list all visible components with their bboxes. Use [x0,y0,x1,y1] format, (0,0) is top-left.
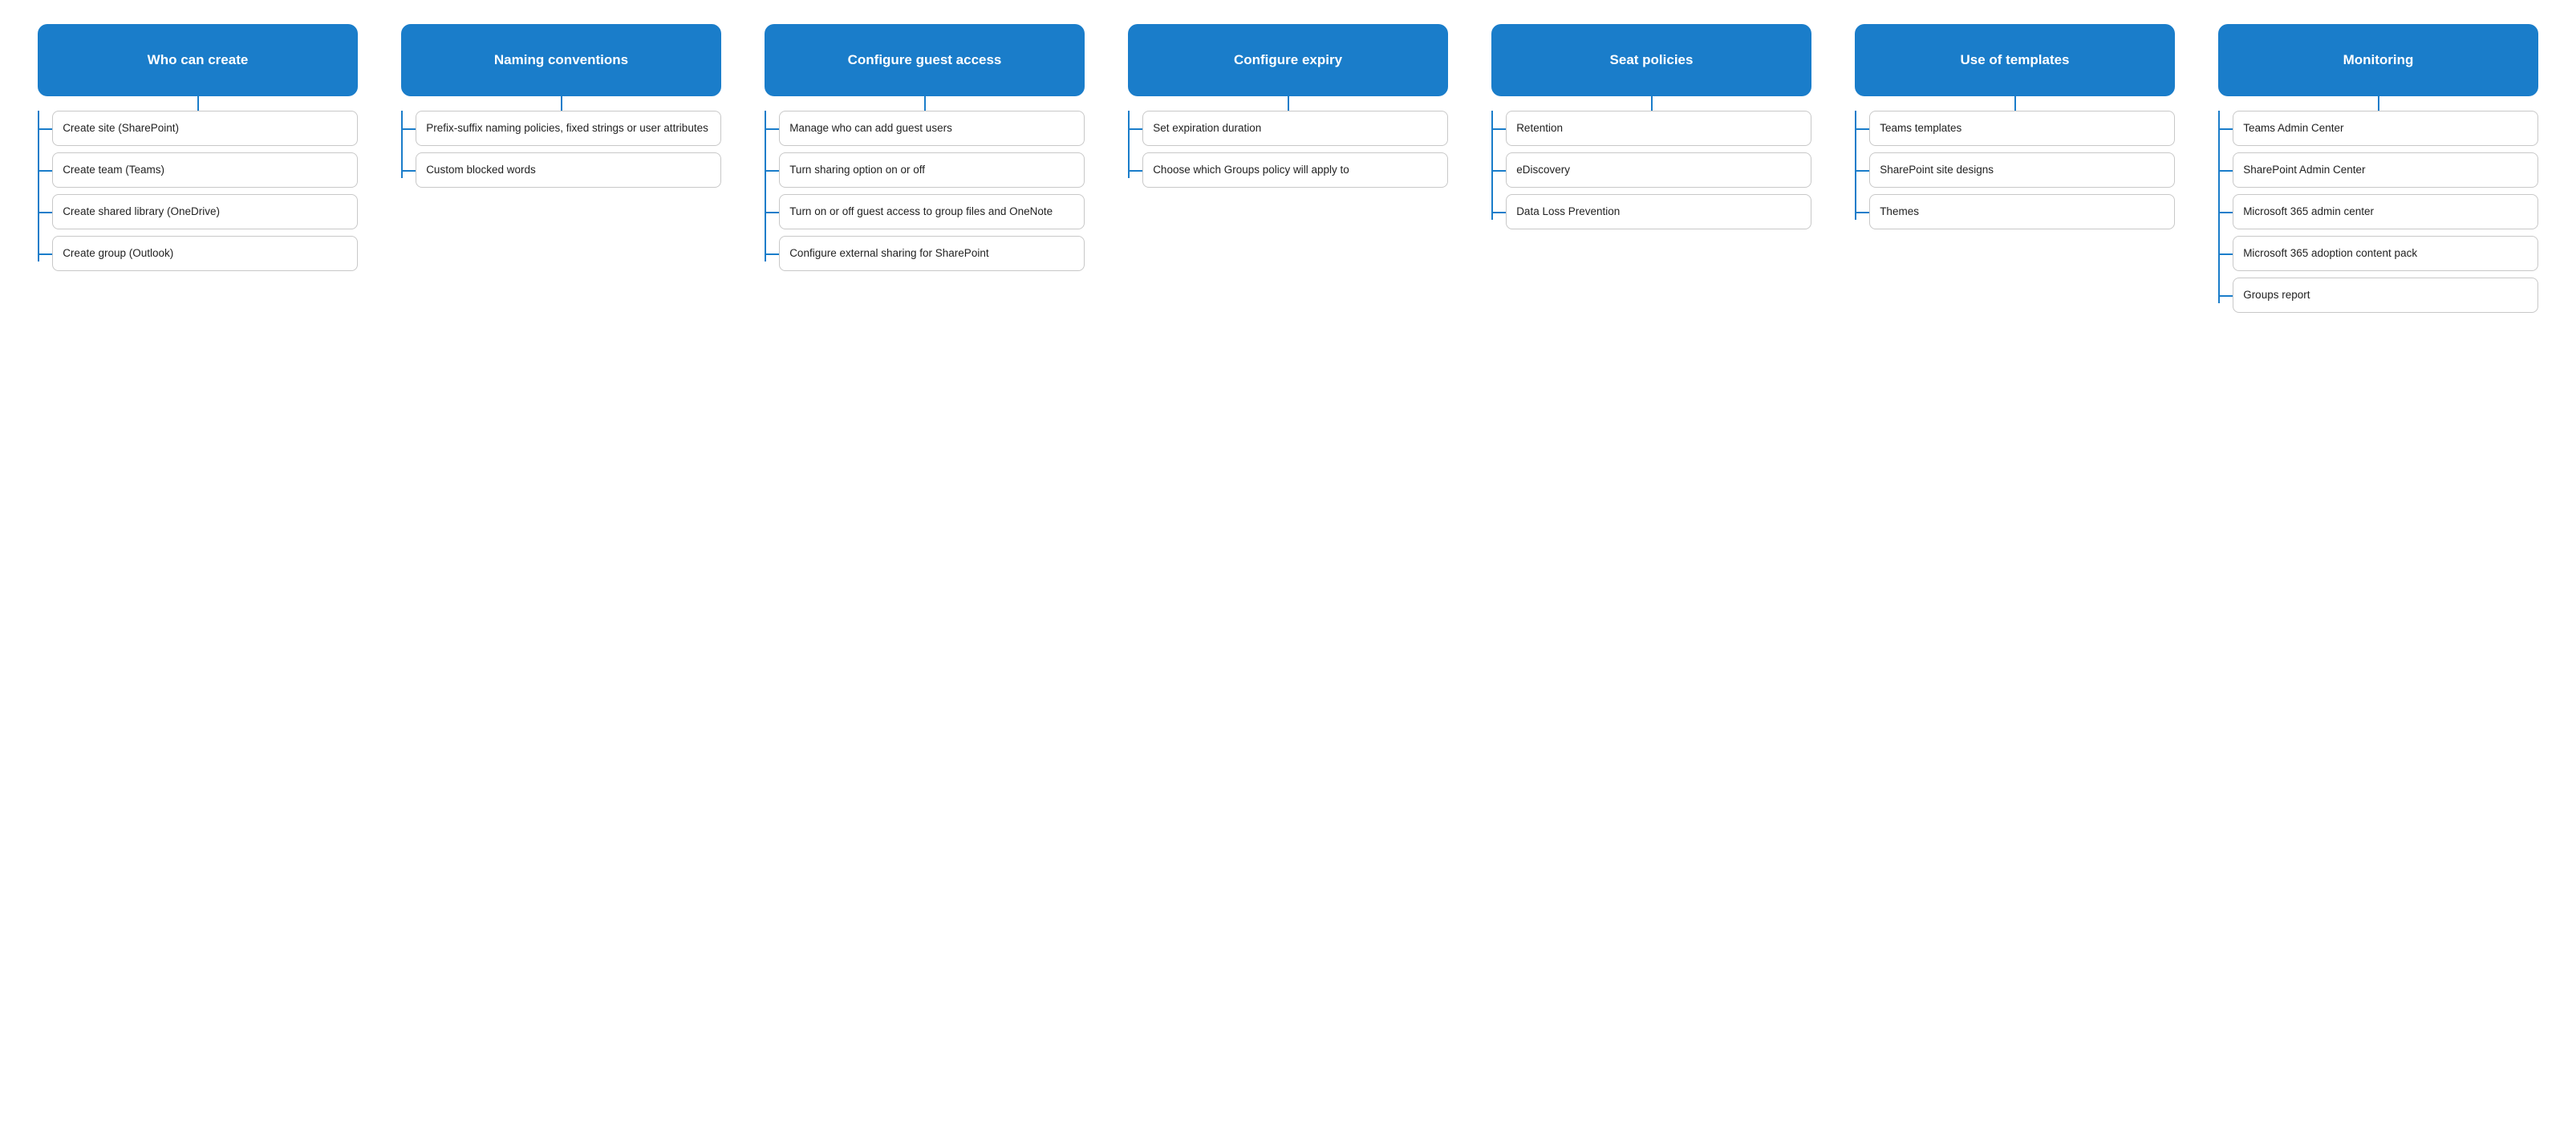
child-box-who-can-create-3: Create group (Outlook) [52,236,358,271]
children-use-of-templates: Teams templates SharePoint site designs Th… [1855,111,2175,236]
diagram: Who can createCreate site (SharePoint)Cr… [16,24,2560,319]
list-item: Set expiration duration [1142,111,1448,146]
connector-naming-conventions [561,96,562,111]
child-box-monitoring-0: Teams Admin Center [2233,111,2538,146]
list-item: Microsoft 365 adoption content pack [2233,236,2538,271]
child-box-configure-guest-access-0: Manage who can add guest users [779,111,1085,146]
child-box-seat-policies-1: eDiscovery [1506,152,1811,188]
child-box-use-of-templates-1: SharePoint site designs [1869,152,2175,188]
header-naming-conventions: Naming conventions [401,24,721,96]
child-box-configure-expiry-1: Choose which Groups policy will apply to [1142,152,1448,188]
list-item: Prefix-suffix naming policies, fixed str… [416,111,721,146]
list-item: Choose which Groups policy will apply to [1142,152,1448,188]
list-item: Teams Admin Center [2233,111,2538,146]
list-item: Teams templates [1869,111,2175,146]
list-item: Custom blocked words [416,152,721,188]
header-configure-expiry: Configure expiry [1128,24,1448,96]
child-box-who-can-create-0: Create site (SharePoint) [52,111,358,146]
column-use-of-templates: Use of templates Teams templates SharePoin… [1833,24,2197,236]
list-item: Turn sharing option on or off [779,152,1085,188]
child-box-monitoring-1: SharePoint Admin Center [2233,152,2538,188]
child-box-seat-policies-0: Retention [1506,111,1811,146]
list-item: Create group (Outlook) [52,236,358,271]
column-monitoring: Monitoring Teams Admin Center SharePoint A… [2197,24,2560,319]
list-item: Create team (Teams) [52,152,358,188]
list-item: Manage who can add guest users [779,111,1085,146]
child-box-configure-guest-access-3: Configure external sharing for SharePoin… [779,236,1085,271]
header-who-can-create: Who can create [38,24,358,96]
list-item: Create shared library (OneDrive) [52,194,358,229]
children-who-can-create: Create site (SharePoint) Create team (Tea… [38,111,358,278]
list-item: Retention [1506,111,1811,146]
child-box-monitoring-3: Microsoft 365 adoption content pack [2233,236,2538,271]
list-item: Turn on or off guest access to group fil… [779,194,1085,229]
child-box-configure-guest-access-1: Turn sharing option on or off [779,152,1085,188]
column-configure-guest-access: Configure guest access Manage who can add… [743,24,1106,278]
child-box-use-of-templates-0: Teams templates [1869,111,2175,146]
column-who-can-create: Who can createCreate site (SharePoint)Cr… [16,24,379,278]
connector-seat-policies [1651,96,1653,111]
child-box-use-of-templates-2: Themes [1869,194,2175,229]
list-item: Data Loss Prevention [1506,194,1811,229]
list-item: eDiscovery [1506,152,1811,188]
child-box-monitoring-4: Groups report [2233,278,2538,313]
connector-configure-expiry [1288,96,1289,111]
list-item: Themes [1869,194,2175,229]
header-monitoring: Monitoring [2218,24,2538,96]
child-box-who-can-create-1: Create team (Teams) [52,152,358,188]
list-item: Groups report [2233,278,2538,313]
child-box-configure-guest-access-2: Turn on or off guest access to group fil… [779,194,1085,229]
children-naming-conventions: Prefix-suffix naming policies, fixed str… [401,111,721,194]
children-monitoring: Teams Admin Center SharePoint Admin Cente… [2218,111,2538,319]
child-box-seat-policies-2: Data Loss Prevention [1506,194,1811,229]
children-configure-expiry: Set expiration duration Choose which Grou… [1128,111,1448,194]
header-configure-guest-access: Configure guest access [765,24,1085,96]
children-configure-guest-access: Manage who can add guest users Turn shari… [765,111,1085,278]
connector-use-of-templates [2014,96,2016,111]
list-item: SharePoint site designs [1869,152,2175,188]
header-use-of-templates: Use of templates [1855,24,2175,96]
child-box-naming-conventions-1: Custom blocked words [416,152,721,188]
column-configure-expiry: Configure expiry Set expiration duration C… [1106,24,1470,194]
children-seat-policies: Retention eDiscovery Data Loss Prevention [1491,111,1811,236]
list-item: Create site (SharePoint) [52,111,358,146]
child-box-monitoring-2: Microsoft 365 admin center [2233,194,2538,229]
column-seat-policies: Seat policies Retention eDiscovery Data Los… [1470,24,1833,236]
child-box-configure-expiry-0: Set expiration duration [1142,111,1448,146]
list-item: SharePoint Admin Center [2233,152,2538,188]
column-naming-conventions: Naming conventions Prefix-suffix naming p… [379,24,743,194]
child-box-naming-conventions-0: Prefix-suffix naming policies, fixed str… [416,111,721,146]
list-item: Configure external sharing for SharePoin… [779,236,1085,271]
list-item: Microsoft 365 admin center [2233,194,2538,229]
connector-who-can-create [197,96,199,111]
child-box-who-can-create-2: Create shared library (OneDrive) [52,194,358,229]
connector-monitoring [2378,96,2379,111]
header-seat-policies: Seat policies [1491,24,1811,96]
connector-configure-guest-access [924,96,926,111]
